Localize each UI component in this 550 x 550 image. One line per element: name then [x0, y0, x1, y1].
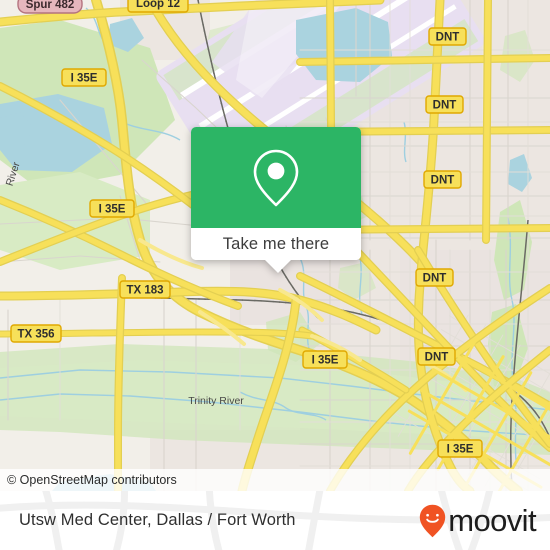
take-me-there-label: Take me there [222, 234, 330, 253]
callout-body: Take me there [191, 127, 361, 260]
callout-tail [265, 260, 291, 273]
callout-action-area[interactable]: Take me there [191, 228, 361, 260]
attribution-text[interactable]: © OpenStreetMap contributors [0, 474, 177, 487]
moovit-wordmark: moovit [448, 503, 536, 538]
map-attribution: © OpenStreetMap contributors [0, 469, 550, 491]
take-me-there-callout[interactable]: Take me there [191, 127, 361, 273]
callout-icon-area [191, 127, 361, 228]
moovit-logo[interactable]: moovit [419, 503, 537, 538]
moovit-pin-icon [420, 504, 446, 537]
location-title: Utsw Med Center, Dallas / Fort Worth [19, 511, 296, 530]
map-screenshot: .bg { fill: #f2efe9; } .urban { fill: #e… [0, 0, 550, 550]
map-viewport[interactable]: .bg { fill: #f2efe9; } .urban { fill: #e… [0, 0, 550, 491]
map-pin-icon [253, 149, 299, 206]
footer-bar: Utsw Med Center, Dallas / Fort Worth moo… [0, 491, 550, 550]
footer-row: Utsw Med Center, Dallas / Fort Worth moo… [0, 491, 550, 550]
